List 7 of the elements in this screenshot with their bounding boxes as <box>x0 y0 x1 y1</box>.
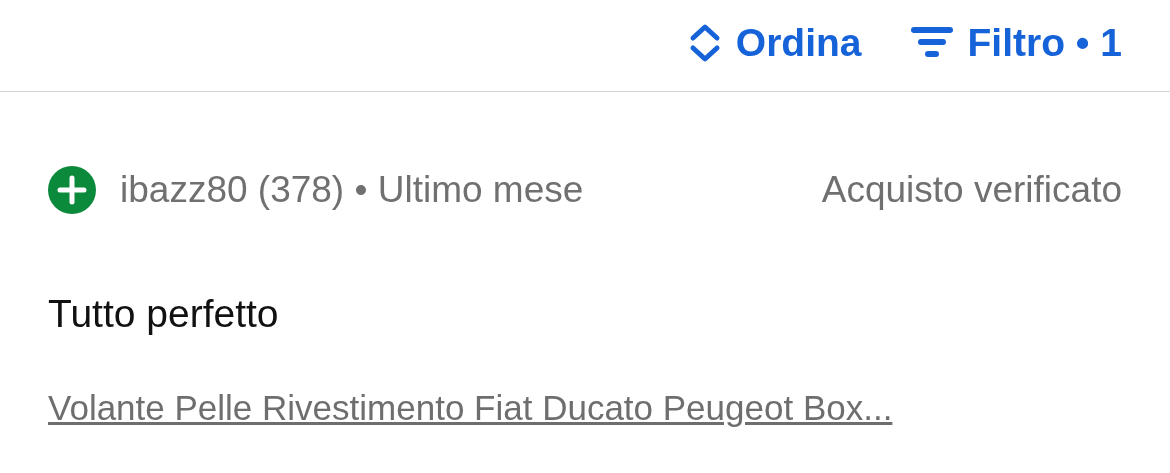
filter-button[interactable]: Filtro • 1 <box>909 20 1122 65</box>
plus-icon <box>48 166 96 214</box>
verified-purchase: Acquisto verificato <box>821 169 1122 211</box>
sort-button[interactable]: Ordina <box>687 20 862 65</box>
reviewer-info: ibazz80 (378) • Ultimo mese <box>120 169 584 211</box>
item-link[interactable]: Volante Pelle Rivestimento Fiat Ducato Peugeot Box... <box>48 388 893 428</box>
review-title: Tutto perfetto <box>48 292 280 336</box>
